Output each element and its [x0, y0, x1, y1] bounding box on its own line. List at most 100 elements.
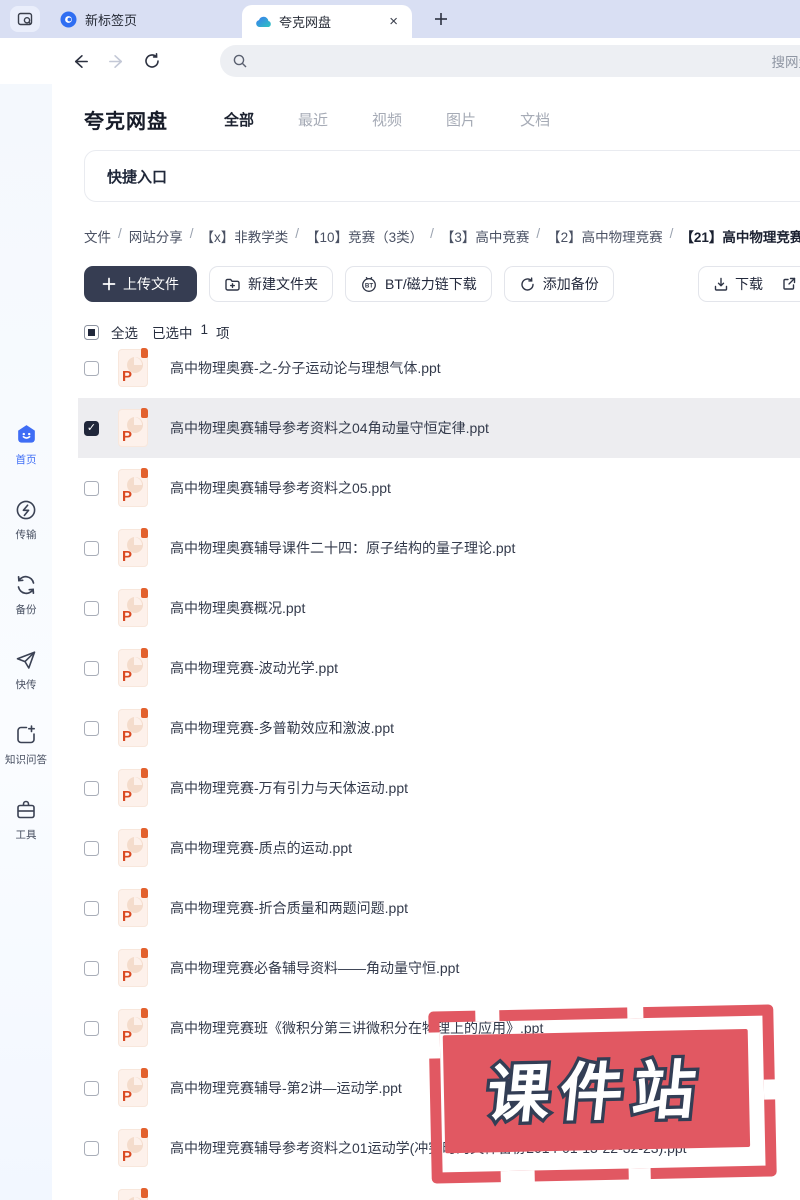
file-row[interactable]: P 高中物理竞赛-万有引力与天体运动.ppt — [78, 758, 800, 818]
select-all-checkbox[interactable] — [84, 324, 99, 340]
file-name[interactable]: 高中物理奥赛辅导参考资料之05.ppt — [170, 478, 391, 498]
sidebar-item-home[interactable]: 首页 — [14, 422, 39, 467]
add-backup-button[interactable]: 添加备份 — [503, 266, 614, 302]
new-tab-button[interactable] — [428, 6, 454, 32]
sidebar: 首页 传输 备份 快传 知识问答 工具 — [0, 84, 52, 1200]
file-checkbox[interactable] — [84, 660, 99, 676]
file-name[interactable]: 高中物理竞赛-万有引力与天体运动.ppt — [170, 778, 408, 798]
tab-recent[interactable]: 最近 — [298, 109, 328, 130]
ppt-letter: P — [122, 548, 133, 565]
ppt-file-icon: P — [118, 1068, 148, 1107]
file-checkbox[interactable] — [84, 420, 99, 436]
search-placeholder: 搜网盘 — [771, 55, 800, 70]
omnibox-search-input[interactable]: 搜网盘 — [220, 45, 800, 77]
ppt-fold-corner — [141, 888, 148, 898]
share-button[interactable]: 分享 — [781, 274, 800, 294]
file-name[interactable]: 高中物理奥赛概况.ppt — [170, 598, 305, 618]
breadcrumb-separator: / — [430, 226, 434, 241]
file-row[interactable]: P 高中物理竞赛辅导参考资料之01运动学(冲突时的文件备份2014-01-13-… — [78, 1118, 800, 1178]
bt-magnet-download-button[interactable]: BT BT/磁力链下载 — [345, 266, 492, 302]
share-icon — [781, 276, 797, 292]
breadcrumb-item[interactable]: 文件 / — [84, 226, 122, 246]
sidebar-item-transfer[interactable]: 传输 — [14, 497, 39, 542]
file-row[interactable]: P 高中物理奥赛-之-分子运动论与理想气体.ppt — [78, 338, 800, 398]
ppt-file-icon: P — [118, 828, 148, 867]
ppt-file-icon: P — [118, 1188, 148, 1200]
file-row[interactable]: P 高中物理竞赛-质点的运动.ppt — [78, 818, 800, 878]
file-checkbox[interactable] — [84, 1020, 99, 1036]
ppt-letter: P — [122, 1028, 133, 1045]
browser-tab-quark-drive[interactable]: 夸克网盘 × — [242, 5, 412, 38]
file-name[interactable]: 高中物理奥赛辅导参考资料之04角动量守恒定律.ppt — [170, 418, 489, 438]
upload-file-button[interactable]: 上传文件 — [84, 266, 197, 302]
select-all-label[interactable]: 全选 — [111, 322, 138, 342]
breadcrumb-separator: / — [118, 226, 122, 241]
file-row[interactable]: P 高中物理奥赛辅导参考资料之04角动量守恒定律.ppt — [78, 398, 800, 458]
file-checkbox[interactable] — [84, 360, 99, 376]
file-name[interactable]: 高中物理奥赛-之-分子运动论与理想气体.ppt — [170, 358, 441, 378]
file-checkbox[interactable] — [84, 720, 99, 736]
ppt-letter: P — [122, 428, 133, 445]
file-name[interactable]: 高中物理竞赛班《微积分第三讲微积分在物理上的应用》.ppt — [170, 1018, 543, 1038]
reload-button[interactable] — [142, 51, 162, 71]
file-name[interactable]: 高中物理竞赛-波动光学.ppt — [170, 658, 338, 678]
browser-tab-newtab[interactable]: 新标签页 — [50, 0, 200, 38]
file-row[interactable]: P 高中物理竞赛-多普勒效应和激波.ppt — [78, 698, 800, 758]
file-row[interactable]: P 高中物理竞赛辅导参考资料之02动量与动量守恒.ppt — [78, 1178, 800, 1200]
file-name[interactable]: 高中物理竞赛辅导参考资料之01运动学(冲突时的文件备份2014-01-13-22… — [170, 1138, 687, 1158]
breadcrumb-item[interactable]: 【10】竞赛（3类） / — [306, 226, 434, 246]
file-name[interactable]: 高中物理竞赛-多普勒效应和激波.ppt — [170, 718, 394, 738]
breadcrumb-separator: / — [295, 226, 300, 241]
file-row[interactable]: P 高中物理奥赛概况.ppt — [78, 578, 800, 638]
quick-entry-card[interactable]: 快捷入口 — [84, 150, 800, 202]
sidebar-item-quick-send[interactable]: 快传 — [14, 647, 39, 692]
breadcrumb-item[interactable]: 【2】高中物理竞赛 / — [547, 226, 673, 246]
download-label: 下载 — [735, 276, 763, 292]
breadcrumb-item[interactable]: 【x】非教学类 / — [201, 226, 300, 246]
file-checkbox[interactable] — [84, 840, 99, 856]
file-row[interactable]: P 高中物理竞赛班《微积分第三讲微积分在物理上的应用》.ppt — [78, 998, 800, 1058]
file-row[interactable]: P 高中物理竞赛必备辅导资料——角动量守恒.ppt — [78, 938, 800, 998]
ppt-letter: P — [122, 848, 133, 865]
file-checkbox[interactable] — [84, 600, 99, 616]
breadcrumb-item[interactable]: 【3】高中竞赛 / — [441, 226, 540, 246]
file-name[interactable]: 高中物理竞赛-折合质量和两题问题.ppt — [170, 898, 408, 918]
file-row[interactable]: P 高中物理竞赛辅导-第2讲—运动学.ppt — [78, 1058, 800, 1118]
breadcrumb-item[interactable]: 【21】高中物理竞赛 / — [680, 226, 800, 246]
file-checkbox[interactable] — [84, 780, 99, 796]
forward-button[interactable] — [106, 51, 126, 71]
download-button[interactable]: 下载 — [713, 274, 763, 294]
back-button[interactable] — [70, 51, 90, 71]
tab-close-icon[interactable]: × — [387, 12, 400, 31]
file-name[interactable]: 高中物理竞赛-质点的运动.ppt — [170, 838, 352, 858]
file-checkbox[interactable] — [84, 960, 99, 976]
file-name[interactable]: 高中物理竞赛必备辅导资料——角动量守恒.ppt — [170, 958, 459, 978]
sidebar-item-knowledge-qa[interactable]: 知识问答 — [5, 722, 47, 767]
file-checkbox[interactable] — [84, 540, 99, 556]
tab-all[interactable]: 全部 — [224, 109, 254, 130]
ppt-file-icon: P — [118, 1008, 148, 1047]
breadcrumb-separator: / — [189, 226, 194, 241]
file-name[interactable]: 高中物理奥赛辅导课件二十四：原子结构的量子理论.ppt — [170, 538, 515, 558]
breadcrumb-separator: / — [669, 226, 674, 241]
tab-videos[interactable]: 视频 — [372, 109, 402, 130]
tab-images[interactable]: 图片 — [446, 109, 476, 130]
folder-plus-icon — [224, 276, 241, 293]
file-checkbox[interactable] — [84, 480, 99, 496]
tab-docs[interactable]: 文档 — [520, 109, 550, 130]
file-row[interactable]: P 高中物理竞赛-波动光学.ppt — [78, 638, 800, 698]
tab-search-button[interactable] — [10, 6, 40, 32]
ppt-fold-corner — [141, 588, 148, 598]
file-row[interactable]: P 高中物理竞赛-折合质量和两题问题.ppt — [78, 878, 800, 938]
new-folder-button[interactable]: 新建文件夹 — [209, 266, 333, 302]
sidebar-item-backup[interactable]: 备份 — [14, 572, 39, 617]
file-checkbox[interactable] — [84, 900, 99, 916]
sidebar-item-tools[interactable]: 工具 — [14, 797, 39, 842]
file-checkbox[interactable] — [84, 1140, 99, 1156]
file-checkbox[interactable] — [84, 1080, 99, 1096]
file-row[interactable]: P 高中物理奥赛辅导课件二十四：原子结构的量子理论.ppt — [78, 518, 800, 578]
file-name[interactable]: 高中物理竞赛辅导-第2讲—运动学.ppt — [170, 1078, 402, 1098]
file-row[interactable]: P 高中物理奥赛辅导参考资料之05.ppt — [78, 458, 800, 518]
ppt-file-icon: P — [118, 768, 148, 807]
breadcrumb-item[interactable]: 网站分享 / — [129, 226, 194, 246]
